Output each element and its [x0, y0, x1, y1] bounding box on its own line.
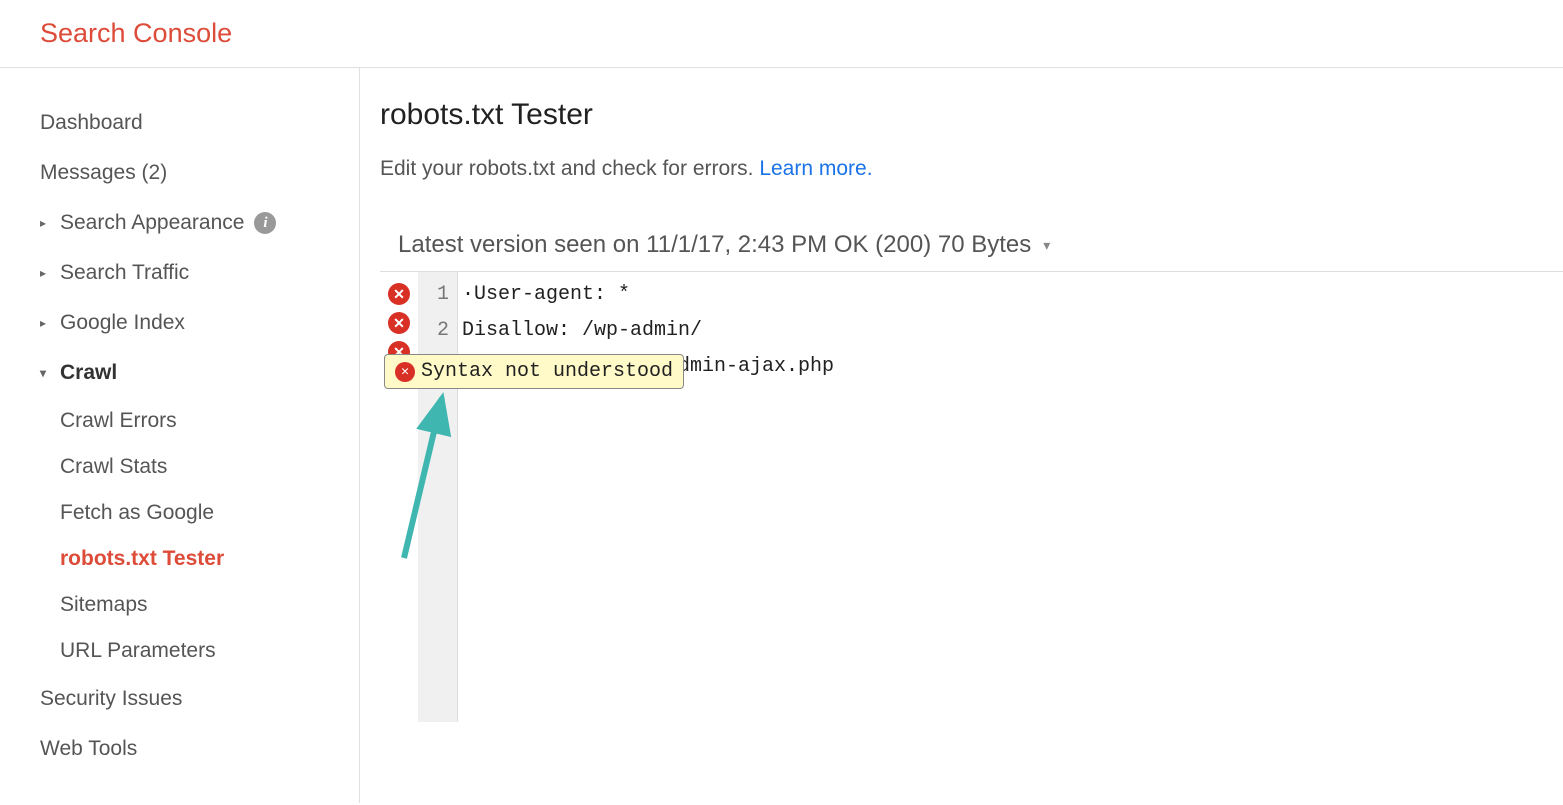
sidebar-item-messages[interactable]: Messages (2): [40, 148, 339, 198]
sidebar-item-search-traffic[interactable]: Search Traffic: [40, 248, 339, 298]
line-gutter: 1 2 3: [418, 272, 458, 722]
line-number: 1: [418, 278, 457, 314]
code-line[interactable]: ·User-agent: *: [458, 278, 1563, 314]
app-header: Search Console: [0, 0, 1563, 68]
tooltip-text: Syntax not understood: [421, 360, 673, 383]
line-number: 2: [418, 314, 457, 350]
sidebar-item-search-appearance[interactable]: Search Appearance i: [40, 198, 339, 248]
subtitle-text: Edit your robots.txt and check for error…: [380, 157, 759, 180]
learn-more-link[interactable]: Learn more.: [759, 157, 872, 180]
sidebar-subitem-sitemaps[interactable]: Sitemaps: [40, 582, 339, 628]
version-dropdown[interactable]: Latest version seen on 11/1/17, 2:43 PM …: [380, 231, 1563, 259]
main-content: robots.txt Tester Edit your robots.txt a…: [360, 68, 1563, 803]
sidebar-subitem-fetch-as-google[interactable]: Fetch as Google: [40, 490, 339, 536]
error-column: ✕ ✕ ✕: [380, 272, 418, 722]
page-subtitle: Edit your robots.txt and check for error…: [380, 157, 1563, 181]
version-text: Latest version seen on 11/1/17, 2:43 PM …: [398, 231, 1031, 259]
page-title: robots.txt Tester: [380, 98, 1563, 132]
sidebar: Dashboard Messages (2) Search Appearance…: [0, 68, 360, 803]
sidebar-subitem-robots-tester[interactable]: robots.txt Tester: [40, 536, 339, 582]
code-line[interactable]: Disallow: /wp-admin/: [458, 314, 1563, 350]
sidebar-item-google-index[interactable]: Google Index: [40, 298, 339, 348]
syntax-error-tooltip: ✕ Syntax not understood: [384, 354, 684, 389]
sidebar-label: Search Appearance: [60, 211, 244, 235]
info-icon: i: [254, 212, 276, 234]
sidebar-subitem-crawl-stats[interactable]: Crawl Stats: [40, 444, 339, 490]
sidebar-item-security-issues[interactable]: Security Issues: [40, 674, 339, 724]
sidebar-subitem-crawl-errors[interactable]: Crawl Errors: [40, 398, 339, 444]
sidebar-item-web-tools[interactable]: Web Tools: [40, 724, 339, 774]
main-container: Dashboard Messages (2) Search Appearance…: [0, 68, 1563, 803]
sidebar-item-dashboard[interactable]: Dashboard: [40, 98, 339, 148]
code-area[interactable]: ·User-agent: * Disallow: /wp-admin/ Allo…: [458, 272, 1563, 722]
error-icon[interactable]: ✕: [388, 312, 410, 334]
error-icon: ✕: [395, 362, 415, 382]
app-title: Search Console: [40, 18, 1523, 49]
robots-editor[interactable]: ✕ ✕ ✕ 1 2 3 ·User-agent: * Disallow: /wp…: [380, 271, 1563, 722]
sidebar-item-crawl[interactable]: Crawl: [40, 348, 339, 398]
sidebar-subitem-url-parameters[interactable]: URL Parameters: [40, 628, 339, 674]
chevron-down-icon: ▾: [1043, 237, 1050, 254]
error-icon[interactable]: ✕: [388, 283, 410, 305]
